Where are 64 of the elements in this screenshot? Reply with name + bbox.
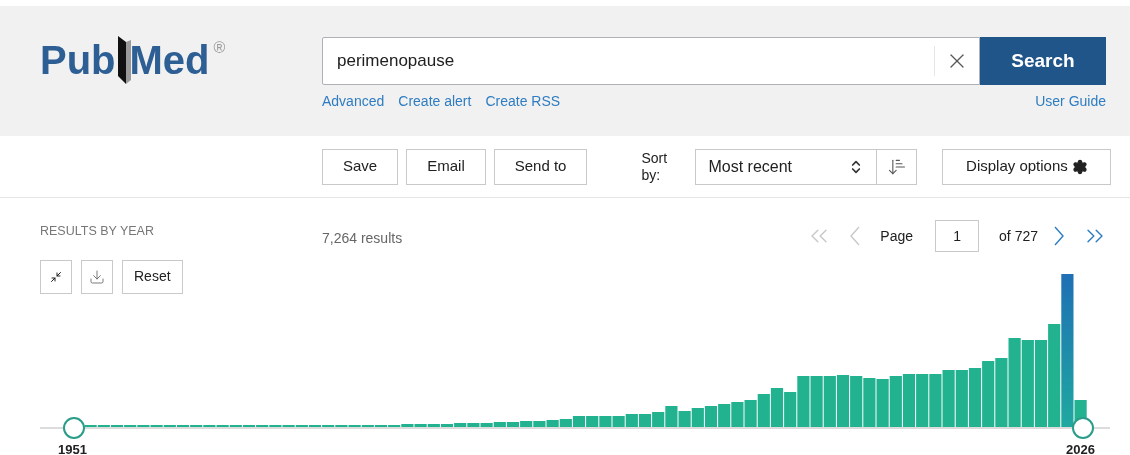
toolbar-button[interactable]: Save — [322, 148, 399, 185]
histogram-bar — [810, 376, 823, 428]
histogram-bar — [863, 378, 876, 428]
logo-text: Med — [129, 40, 210, 80]
search-link[interactable]: Create RSS — [485, 91, 561, 112]
histogram-bar — [916, 374, 929, 428]
histogram-bar — [876, 379, 889, 428]
previous-page-chevron-icon — [850, 226, 861, 246]
histogram-bar — [665, 406, 678, 428]
gear-icon — [1071, 158, 1088, 175]
toolbar-button[interactable]: Email — [406, 148, 486, 185]
search-link[interactable]: Advanced — [322, 91, 385, 112]
histogram-bar — [625, 414, 638, 428]
histogram-bar — [968, 368, 982, 428]
logo-text: Pub — [40, 40, 116, 80]
search-field[interactable]: perimenopause — [323, 48, 934, 74]
sort-label: Sort by: — [641, 149, 669, 184]
start-year-label: 1951 — [58, 441, 87, 455]
histogram-bar — [638, 414, 652, 428]
collapse-button[interactable] — [40, 259, 72, 294]
page-label: Page — [880, 226, 914, 246]
histogram-bar — [942, 370, 955, 428]
histogram-bar — [599, 416, 612, 428]
histogram-bar — [995, 358, 1008, 428]
histogram-bar — [718, 404, 731, 428]
reset-button[interactable]: Reset — [122, 259, 183, 294]
section-title: RESULTS BY YEAR — [40, 223, 155, 240]
search-link[interactable]: Create alert — [398, 91, 472, 112]
histogram-bar — [586, 416, 599, 428]
download-icon — [89, 268, 105, 285]
search-box[interactable]: perimenopause — [322, 37, 980, 85]
histogram-bar — [731, 402, 744, 428]
result-count: 7,264 results — [322, 229, 403, 248]
histogram-bar — [652, 412, 665, 428]
histogram-bar — [757, 394, 770, 428]
histogram-bar — [955, 370, 968, 428]
end-year-label: 2026 — [1066, 441, 1095, 455]
sort-select[interactable]: Most recent — [695, 148, 878, 185]
histogram-bar — [982, 361, 995, 428]
histogram-bar — [691, 408, 704, 428]
histogram-bar — [902, 374, 916, 428]
user-guide-link[interactable]: User Guide — [1035, 91, 1106, 112]
registered-mark: ® — [213, 38, 226, 58]
histogram-bar — [704, 406, 718, 428]
page-field[interactable]: 1 — [935, 220, 980, 252]
sort-order-button[interactable] — [877, 148, 918, 185]
histogram-bar — [929, 374, 942, 428]
histogram-bar — [889, 376, 902, 428]
display-options-button[interactable]: Display options — [942, 148, 1112, 185]
range-handle[interactable] — [1072, 417, 1094, 439]
histogram-bar — [823, 376, 836, 428]
search-button[interactable]: Search — [980, 37, 1106, 85]
next-page-chevron-icon — [1054, 226, 1064, 246]
toolbar-button[interactable]: Send to — [493, 148, 588, 185]
histogram-bar — [836, 375, 850, 428]
download-button[interactable] — [81, 259, 113, 294]
histogram-bar — [572, 416, 586, 428]
histogram-bar — [744, 400, 757, 428]
histogram-bar — [850, 376, 863, 428]
histogram-bar — [612, 416, 625, 428]
range-handle[interactable] — [63, 417, 85, 439]
histogram-bar — [770, 388, 784, 428]
page-total: of 727 — [999, 226, 1038, 246]
collapse-arrows-icon — [50, 270, 62, 283]
